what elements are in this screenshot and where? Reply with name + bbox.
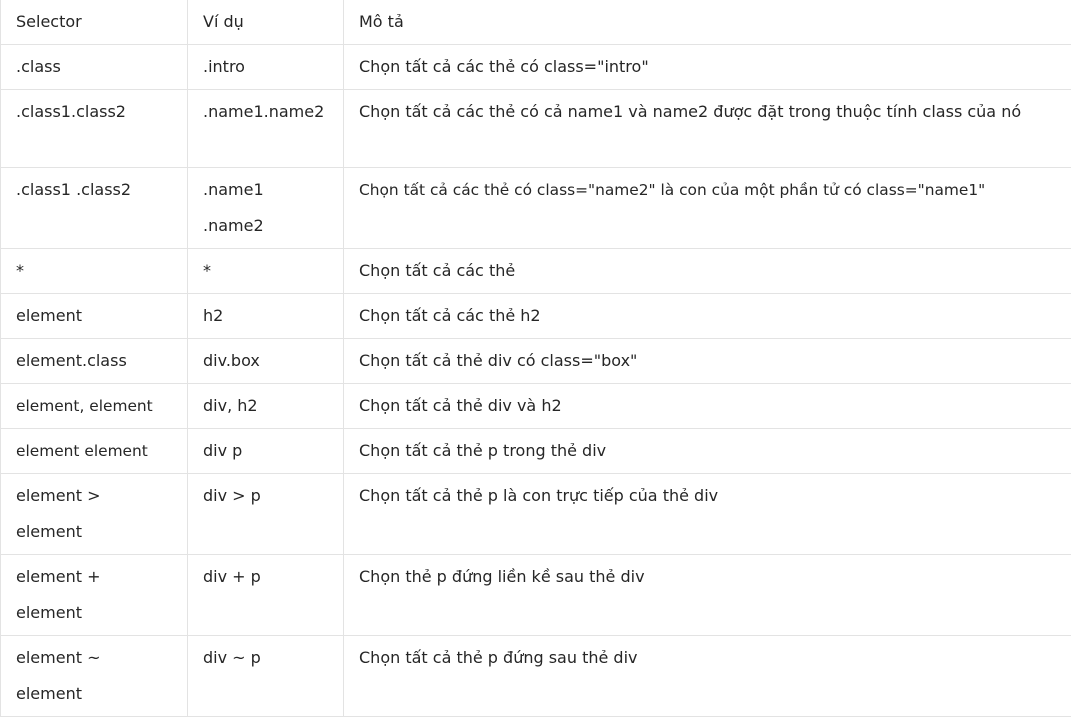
selector-cell: element, element [1, 384, 188, 429]
table-row: element + element div + p Chọn thẻ p đứn… [1, 555, 1071, 636]
table-row: .class .intro Chọn tất cả các thẻ có cla… [1, 45, 1071, 90]
selector-cell: .class1.class2 [1, 90, 188, 168]
description-cell: Chọn thẻ p đứng liền kề sau thẻ div [344, 555, 1071, 636]
selector-cell: element [1, 294, 188, 339]
selector-cell: .class [1, 45, 188, 90]
selector-cell: element element [1, 429, 188, 474]
table-row: .class1 .class2 .name1 .name2 Chọn tất c… [1, 168, 1071, 249]
description-cell: Chọn tất cả thẻ div có class="box" [344, 339, 1071, 384]
table-row: element.class div.box Chọn tất cả thẻ di… [1, 339, 1071, 384]
selector-cell: element > element [1, 474, 188, 555]
example-cell: .name1 .name2 [188, 168, 344, 249]
description-cell: Chọn tất cả thẻ div và h2 [344, 384, 1071, 429]
example-cell: div ~ p [188, 636, 344, 717]
description-cell: Chọn tất cả thẻ p đứng sau thẻ div [344, 636, 1071, 717]
selector-cell: * [1, 249, 188, 294]
selector-cell: element + element [1, 555, 188, 636]
example-cell: div p [188, 429, 344, 474]
example-cell: h2 [188, 294, 344, 339]
table-row: * * Chọn tất cả các thẻ [1, 249, 1071, 294]
table-row: element, element div, h2 Chọn tất cả thẻ… [1, 384, 1071, 429]
table-row: .class1.class2 .name1.name2 Chọn tất cả … [1, 90, 1071, 168]
description-cell: Chọn tất cả các thẻ có cả name1 và name2… [344, 90, 1071, 168]
selector-cell: element.class [1, 339, 188, 384]
table-row: element ~ element div ~ p Chọn tất cả th… [1, 636, 1071, 717]
selector-cell: .class1 .class2 [1, 168, 188, 249]
description-cell: Chọn tất cả thẻ p là con trực tiếp của t… [344, 474, 1071, 555]
table-row: element element div p Chọn tất cả thẻ p … [1, 429, 1071, 474]
description-cell: Chọn tất cả các thẻ có class="intro" [344, 45, 1071, 90]
description-cell: Chọn tất cả các thẻ [344, 249, 1071, 294]
table-row: element h2 Chọn tất cả các thẻ h2 [1, 294, 1071, 339]
css-selector-table: Selector Ví dụ Mô tả .class .intro Chọn … [0, 0, 1071, 717]
example-cell: div + p [188, 555, 344, 636]
example-cell: * [188, 249, 344, 294]
example-cell: .name1.name2 [188, 90, 344, 168]
example-cell: div > p [188, 474, 344, 555]
table-header-row: Selector Ví dụ Mô tả [1, 0, 1071, 45]
example-cell: div.box [188, 339, 344, 384]
example-cell: div, h2 [188, 384, 344, 429]
column-header-description: Mô tả [344, 0, 1071, 45]
column-header-example: Ví dụ [188, 0, 344, 45]
example-cell: .intro [188, 45, 344, 90]
description-cell: Chọn tất cả các thẻ có class="name2" là … [344, 168, 1071, 249]
table-row: element > element div > p Chọn tất cả th… [1, 474, 1071, 555]
description-cell: Chọn tất cả thẻ p trong thẻ div [344, 429, 1071, 474]
selector-cell: element ~ element [1, 636, 188, 717]
description-cell: Chọn tất cả các thẻ h2 [344, 294, 1071, 339]
column-header-selector: Selector [1, 0, 188, 45]
